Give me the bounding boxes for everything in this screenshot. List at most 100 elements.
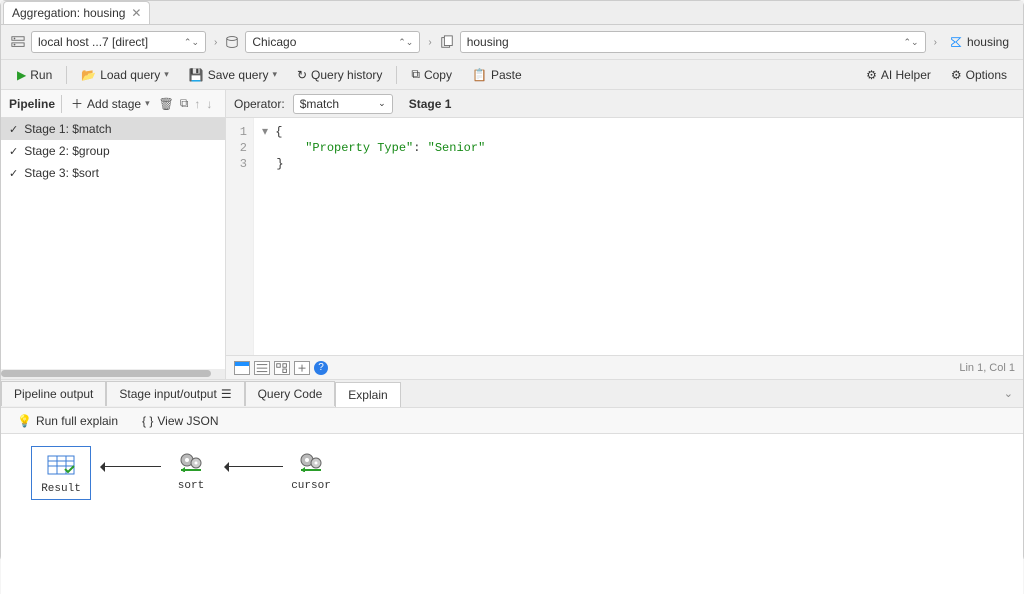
connection-icon: [11, 35, 25, 49]
run-full-explain-button[interactable]: 💡 Run full explain: [11, 411, 124, 431]
close-icon[interactable]: ✕: [131, 6, 141, 20]
separator: [61, 95, 62, 113]
code-editor[interactable]: 1 2 3 ▾ { "Property Type": "Senior" }: [226, 118, 1023, 355]
stage-label: Stage 2: $group: [24, 144, 109, 158]
node-label: cursor: [281, 480, 341, 492]
json-value: "Senior": [428, 141, 486, 155]
explain-node-sort[interactable]: sort: [161, 448, 221, 492]
horizontal-scrollbar[interactable]: [1, 369, 225, 379]
ai-helper-button[interactable]: ⚙ AI Helper: [860, 65, 937, 85]
explain-node-cursor[interactable]: cursor: [281, 448, 341, 492]
collection-value: housing: [467, 35, 509, 49]
paste-icon: 📋: [472, 68, 487, 82]
database-select[interactable]: Chicago ⌃⌄: [245, 31, 420, 53]
help-icon[interactable]: ?: [314, 361, 328, 375]
duplicate-icon[interactable]: ⧉: [180, 96, 189, 111]
trash-icon[interactable]: 🗑: [159, 97, 174, 111]
pipeline-title: Pipeline: [9, 97, 55, 111]
stage-item[interactable]: ✓ Stage 1: $match: [1, 118, 225, 140]
arrow-icon: [225, 466, 283, 467]
json-key: "Property Type": [305, 141, 413, 155]
move-up-icon[interactable]: ↑: [194, 97, 200, 111]
load-query-button[interactable]: 📂 Load query ▾: [75, 65, 175, 85]
arrow-icon: [101, 466, 161, 467]
check-icon: ✓: [9, 145, 18, 158]
list-icon: ☰: [221, 387, 232, 401]
breadcrumb: local host ...7 [direct] ⌃⌄ › Chicago ⌃⌄…: [1, 25, 1023, 60]
stage-list: ✓ Stage 1: $match ✓ Stage 2: $group ✓ St…: [1, 118, 225, 369]
save-icon: 💾: [189, 68, 204, 82]
tab-stage-io[interactable]: Stage input/output ☰: [106, 381, 244, 406]
chevron-updown-icon: ⌃⌄: [398, 37, 413, 48]
view-mode-icons: ?: [234, 361, 328, 375]
paste-label: Paste: [491, 68, 522, 82]
gear-icon: [289, 448, 333, 476]
stage-item[interactable]: ✓ Stage 2: $group: [1, 140, 225, 162]
operator-value: $match: [300, 97, 339, 111]
run-button[interactable]: ▶ Run: [11, 65, 58, 85]
view-table-icon[interactable]: [254, 361, 270, 375]
move-down-icon[interactable]: ↓: [206, 97, 212, 111]
brace: }: [276, 157, 283, 171]
tab-query-code[interactable]: Query Code: [245, 381, 336, 406]
view-json-icon[interactable]: [234, 361, 250, 375]
copy-icon: ⧉: [411, 67, 420, 82]
check-icon: ✓: [9, 123, 18, 136]
result-icon: [39, 451, 83, 479]
chevron-right-icon: ›: [932, 37, 939, 48]
fold-icon[interactable]: ▾: [262, 125, 275, 139]
line-gutter: 1 2 3: [226, 118, 254, 355]
chevron-updown-icon: ⌃⌄: [184, 37, 199, 48]
editor-footer: ? Lin 1, Col 1: [226, 355, 1023, 379]
line-number: 1: [226, 124, 247, 140]
view-tree-icon[interactable]: [274, 361, 290, 375]
toolbar: ▶ Run 📂 Load query ▾ 💾 Save query ▾ ↻ Qu…: [1, 60, 1023, 90]
save-query-button[interactable]: 💾 Save query ▾: [183, 65, 283, 85]
query-history-button[interactable]: ↻ Query history: [291, 65, 388, 85]
view-json-button[interactable]: { } View JSON: [136, 411, 225, 431]
connection-select[interactable]: local host ...7 [direct] ⌃⌄: [31, 31, 206, 53]
view-add-icon[interactable]: [294, 361, 310, 375]
operator-select[interactable]: $match ⌄: [293, 94, 393, 114]
collection-select[interactable]: housing ⌃⌄: [460, 31, 926, 53]
stage-item[interactable]: ✓ Stage 3: $sort: [1, 162, 225, 184]
node-label: Result: [36, 483, 86, 495]
run-full-label: Run full explain: [36, 414, 118, 428]
separator: [66, 66, 67, 84]
line-number: 2: [226, 140, 247, 156]
chevron-down-icon: ▾: [145, 98, 150, 109]
connection-value: local host ...7 [direct]: [38, 35, 148, 49]
gear-icon: ⚙: [951, 68, 962, 82]
copy-button[interactable]: ⧉ Copy: [405, 64, 458, 85]
pipeline-sidebar: Pipeline ＋ Add stage ▾ 🗑 ⧉ ↑ ↓ ✓ Stage 1…: [1, 90, 226, 379]
copy-label: Copy: [424, 68, 452, 82]
view-json-label: View JSON: [157, 414, 218, 428]
chevron-down-icon: ▾: [272, 69, 277, 80]
plus-icon: ＋: [71, 95, 83, 112]
stage-label: Stage 3: $sort: [24, 166, 99, 180]
node-label: sort: [161, 480, 221, 492]
gear-icon: ⚙: [866, 68, 877, 82]
ai-helper-label: AI Helper: [881, 68, 931, 82]
chevron-down-icon: ▾: [164, 69, 169, 80]
gear-icon: [169, 448, 213, 476]
save-query-label: Save query: [208, 68, 269, 82]
tab-label: Stage input/output: [119, 387, 216, 401]
explain-toolbar: 💡 Run full explain { } View JSON: [1, 408, 1023, 434]
add-stage-button[interactable]: ＋ Add stage ▾: [68, 94, 153, 113]
line-number: 3: [226, 156, 247, 172]
check-icon: ✓: [9, 167, 18, 180]
play-icon: ▶: [17, 68, 26, 82]
tab-explain[interactable]: Explain: [335, 382, 400, 407]
window-tabbar: Aggregation: housing ✕: [1, 1, 1023, 25]
paste-button[interactable]: 📋 Paste: [466, 65, 528, 85]
explain-node-result[interactable]: Result: [31, 446, 91, 500]
options-button[interactable]: ⚙ Options: [945, 65, 1013, 85]
collapse-icon[interactable]: ⌄: [1004, 387, 1013, 400]
tab-aggregation[interactable]: Aggregation: housing ✕: [3, 1, 150, 24]
database-value: Chicago: [252, 35, 296, 49]
editor-header: Operator: $match ⌄ Stage 1: [226, 90, 1023, 118]
aggregate-icon: [949, 35, 963, 49]
query-history-label: Query history: [311, 68, 382, 82]
tab-pipeline-output[interactable]: Pipeline output: [1, 381, 106, 406]
